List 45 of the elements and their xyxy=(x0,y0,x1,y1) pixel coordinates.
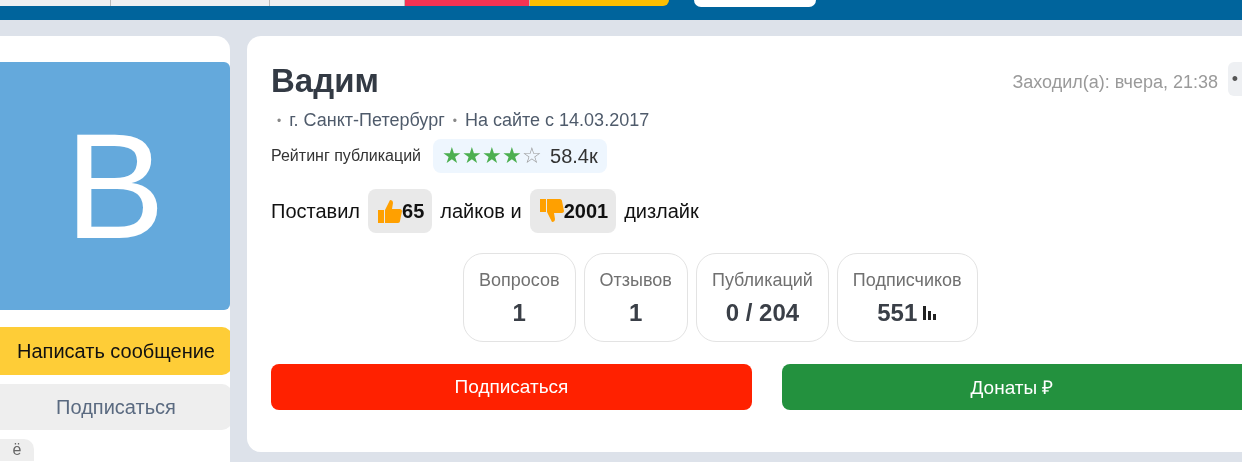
stat-card[interactable]: Публикаций 0 / 204 xyxy=(695,253,829,342)
nav-tab[interactable] xyxy=(111,0,270,6)
nav-button[interactable] xyxy=(694,0,816,7)
subscribe-button[interactable]: Подписаться xyxy=(271,364,752,410)
nav-tab[interactable] xyxy=(530,0,669,6)
bullet: • xyxy=(452,113,457,128)
star-icon: ☆ xyxy=(522,143,543,169)
likes-badge: 65 xyxy=(368,189,433,233)
donate-button[interactable]: Донаты ₽ xyxy=(782,364,1242,410)
stat-value: 551 xyxy=(877,299,918,327)
user-name: Вадим xyxy=(271,62,379,100)
thumbs-up-icon xyxy=(376,198,403,224)
votes-text: Поставил xyxy=(271,199,361,223)
stat-card[interactable]: Вопросов 1 xyxy=(463,253,576,342)
stat-value: 1 xyxy=(512,299,526,327)
votes-text: лайков и xyxy=(440,199,522,223)
votes-text: дизлайк xyxy=(624,199,699,223)
avatar: В xyxy=(0,62,230,310)
tag-chip[interactable]: ё xyxy=(0,439,34,461)
rating-value: 58.4к xyxy=(550,144,598,168)
stat-value: 1 xyxy=(629,299,643,327)
bullet: • xyxy=(277,113,282,128)
stat-label: Отзывов xyxy=(599,270,672,291)
more-button[interactable]: • xyxy=(1228,62,1242,96)
stat-value: 0 / 204 xyxy=(725,299,800,327)
sidebar-button[interactable]: Подписаться xyxy=(0,384,230,430)
nav-tab[interactable] xyxy=(0,0,111,6)
star-icon: ★ xyxy=(462,143,483,169)
member-since: На сайте с 14.03.2017 xyxy=(464,110,650,131)
nav-tab[interactable] xyxy=(270,0,405,6)
star-icon: ★ xyxy=(482,143,503,169)
stat-card[interactable]: Отзывов 1 xyxy=(583,253,688,342)
stat-label: Публикаций xyxy=(711,270,813,291)
rating-label: Рейтинг публикаций xyxy=(271,147,422,165)
thumbs-down-icon xyxy=(537,198,564,224)
last-seen: Заходил(а): вчера, 21:38 xyxy=(1012,71,1218,93)
dislikes-badge: 2001 xyxy=(529,189,617,233)
stat-card[interactable]: Подписчиков 551 xyxy=(836,253,978,342)
star-icon: ★ xyxy=(502,143,523,169)
sidebar-button[interactable]: Написать сообщение xyxy=(0,327,230,375)
stat-label: Вопросов xyxy=(479,270,560,291)
city: г. Санкт-Петербург xyxy=(289,110,445,131)
star-icon: ★ xyxy=(442,143,463,169)
stat-label: Подписчиков xyxy=(852,270,962,291)
nav-tab[interactable] xyxy=(405,0,530,6)
